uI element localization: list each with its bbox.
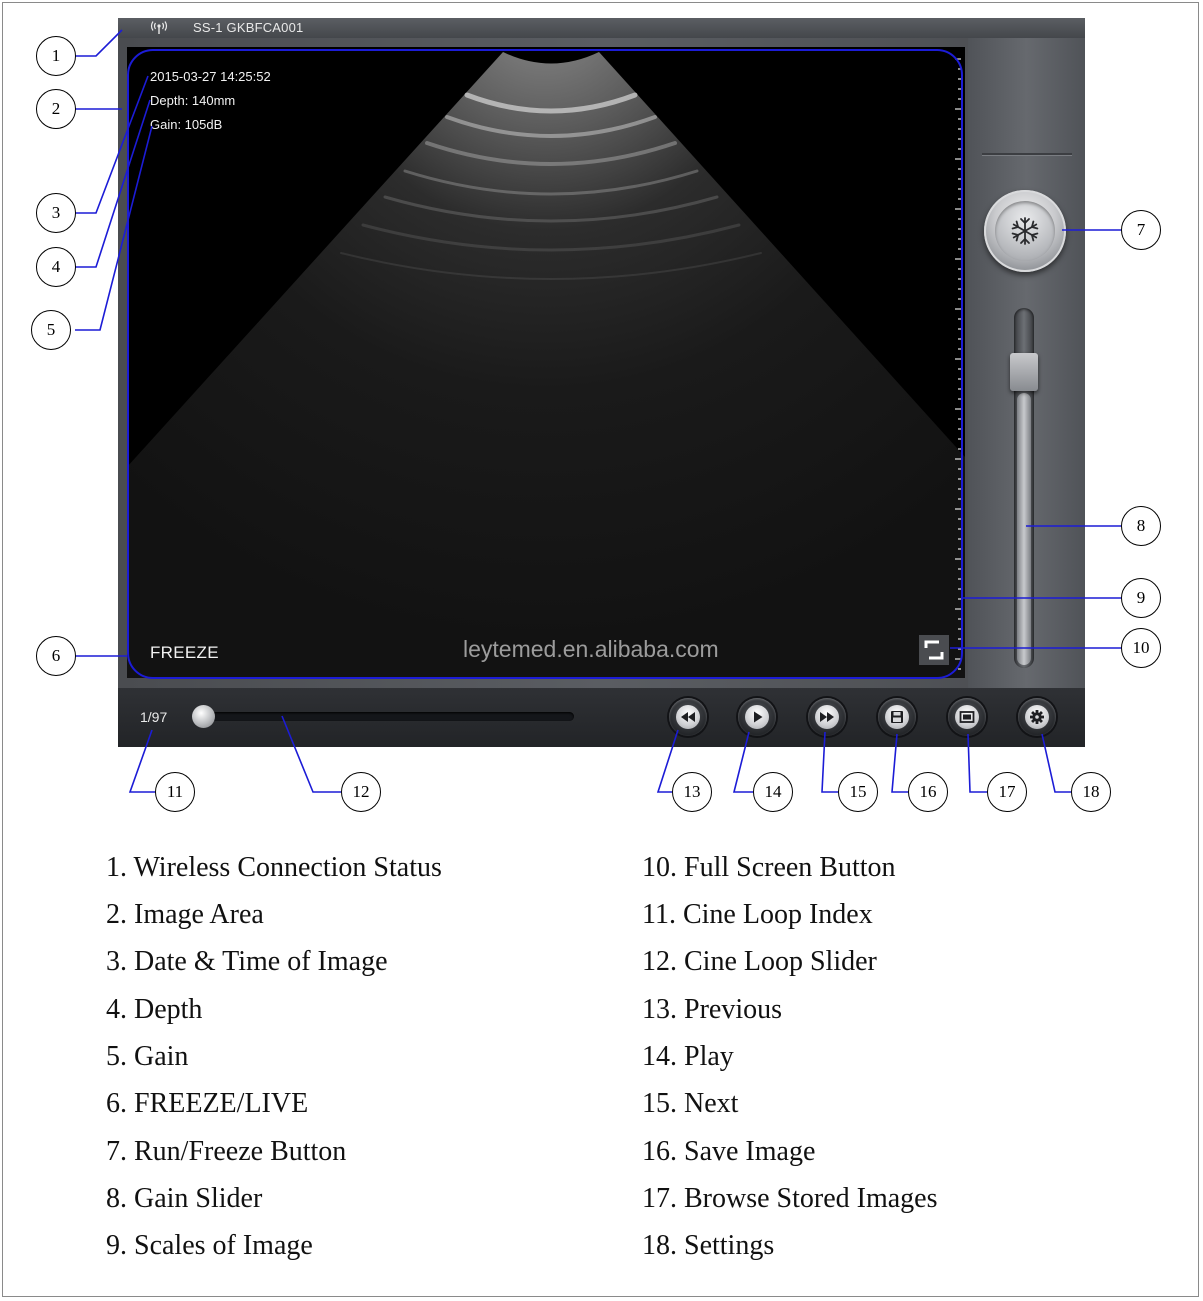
legend-item: 3. Date & Time of Image: [106, 946, 388, 977]
fullscreen-icon: [924, 640, 944, 660]
wireless-signal-icon: [150, 21, 168, 34]
callout-15: 15: [838, 772, 878, 812]
legend-item: 18. Settings: [642, 1230, 775, 1261]
freeze-live-status: FREEZE: [150, 643, 219, 662]
fullscreen-button[interactable]: [919, 635, 949, 665]
legend-item: 9. Scales of Image: [106, 1230, 313, 1261]
settings-button[interactable]: [1018, 698, 1056, 736]
next-button[interactable]: [808, 698, 846, 736]
image-gallery-icon: [959, 711, 975, 723]
callout-17: 17: [987, 772, 1027, 812]
legend-item: 15. Next: [642, 1088, 739, 1119]
cine-loop-index: 1/97: [140, 709, 168, 725]
legend-item: 17. Browse Stored Images: [642, 1183, 938, 1214]
legend-item: 11. Cine Loop Index: [642, 899, 873, 930]
cine-loop-slider-track[interactable]: [196, 712, 574, 721]
cine-loop-slider-thumb[interactable]: [192, 705, 215, 728]
browse-images-button[interactable]: [948, 698, 986, 736]
fast-forward-icon: [820, 712, 834, 722]
callout-11: 11: [155, 772, 195, 812]
callout-2: 2: [36, 89, 76, 129]
save-image-button[interactable]: [878, 698, 916, 736]
callout-14: 14: [753, 772, 793, 812]
rewind-icon: [681, 712, 695, 722]
callout-9: 9: [1121, 578, 1161, 618]
callout-3: 3: [36, 193, 76, 233]
callout-10: 10: [1121, 628, 1161, 668]
gain-slider-thumb[interactable]: [1010, 353, 1038, 392]
gain-slider-fill: [1017, 393, 1031, 665]
callout-1: 1: [36, 36, 76, 76]
play-icon: [754, 711, 763, 723]
legend-item: 4. Depth: [106, 994, 203, 1025]
image-scale: [955, 58, 961, 670]
legend-item: 14. Play: [642, 1041, 734, 1072]
watermark: leytemed.en.alibaba.com: [463, 636, 719, 662]
gear-icon: [1030, 710, 1044, 724]
snowflake-icon: [1010, 217, 1040, 245]
legend-item: 8. Gain Slider: [106, 1183, 263, 1214]
callout-13: 13: [672, 772, 712, 812]
image-depth: Depth: 140mm: [150, 93, 236, 108]
image-gain: Gain: 105dB: [150, 117, 223, 132]
image-datetime: 2015-03-27 14:25:52: [150, 69, 271, 84]
run-freeze-button-face: [995, 201, 1055, 261]
previous-button[interactable]: [669, 698, 707, 736]
legend-item: 13. Previous: [642, 994, 782, 1025]
image-area: [127, 47, 965, 678]
callout-5: 5: [31, 310, 71, 350]
run-freeze-button[interactable]: [984, 190, 1066, 272]
status-bar: SS-1 GKBFCA001: [118, 18, 1085, 38]
legend-item: 1. Wireless Connection Status: [106, 852, 442, 883]
legend-item: 16. Save Image: [642, 1136, 816, 1167]
callout-4: 4: [36, 247, 76, 287]
legend-item: 7. Run/Freeze Button: [106, 1136, 347, 1167]
legend-item: 10. Full Screen Button: [642, 852, 896, 883]
callout-6: 6: [36, 636, 76, 676]
callout-16: 16: [908, 772, 948, 812]
legend-item: 5. Gain: [106, 1041, 189, 1072]
ultrasound-scan-image: [127, 47, 965, 678]
callout-7: 7: [1121, 210, 1161, 250]
legend-item: 6. FREEZE/LIVE: [106, 1088, 309, 1119]
callout-18: 18: [1071, 772, 1111, 812]
callout-8: 8: [1121, 506, 1161, 546]
callout-12: 12: [341, 772, 381, 812]
device-id: SS-1 GKBFCA001: [193, 20, 304, 35]
legend-item: 12. Cine Loop Slider: [642, 946, 877, 977]
floppy-disk-icon: [891, 711, 903, 723]
legend-item: 2. Image Area: [106, 899, 264, 930]
panel-divider: [982, 153, 1072, 156]
play-button[interactable]: [738, 698, 776, 736]
